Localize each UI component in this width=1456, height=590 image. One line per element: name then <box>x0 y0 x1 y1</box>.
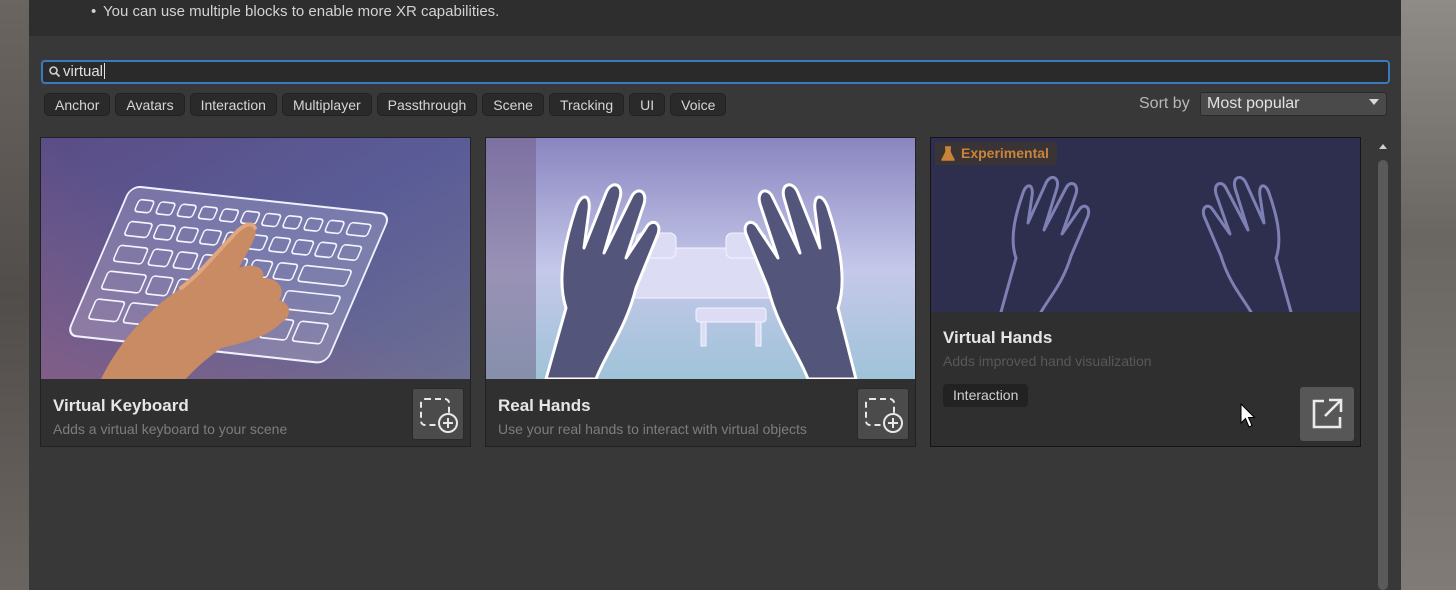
real-hands-thumbnail <box>486 138 915 379</box>
experimental-label: Experimental <box>961 145 1049 161</box>
add-block-button[interactable] <box>412 388 464 440</box>
block-card-virtual-keyboard[interactable]: Virtual Keyboard Adds a virtual keyboard… <box>40 137 471 447</box>
flask-icon <box>941 145 955 161</box>
virtual-keyboard-thumbnail <box>41 138 470 379</box>
card-title: Real Hands <box>498 396 591 415</box>
card-description: Adds a virtual keyboard to your scene <box>53 421 288 437</box>
filter-tag-ui[interactable]: UI <box>629 93 666 116</box>
filter-tag-tracking[interactable]: Tracking <box>548 93 625 116</box>
filter-tag-avatars[interactable]: Avatars <box>115 93 185 116</box>
add-block-icon <box>865 398 903 433</box>
filter-tag-interaction[interactable]: Interaction <box>189 93 277 116</box>
building-blocks-window: • You can use multiple blocks to enable m… <box>29 0 1401 590</box>
scroll-up-icon[interactable] <box>1376 140 1390 154</box>
card-title: Virtual Hands <box>943 328 1053 347</box>
scene-background-right <box>1401 0 1456 590</box>
filter-tag-scene[interactable]: Scene <box>482 93 544 116</box>
open-block-button[interactable] <box>1300 387 1354 441</box>
info-line: • You can use multiple blocks to enable m… <box>91 3 499 20</box>
scene-background-left <box>0 0 29 590</box>
vertical-scrollbar[interactable] <box>1375 140 1391 590</box>
add-block-button[interactable] <box>857 388 909 440</box>
sort-selected: Most popular <box>1207 95 1300 112</box>
external-link-icon <box>1312 398 1343 429</box>
chevron-down-icon <box>1369 99 1379 105</box>
filter-tags: Anchor Avatars Interaction Multiplayer P… <box>44 93 727 116</box>
mouse-cursor-icon <box>1240 403 1256 428</box>
bullet: • <box>91 3 97 20</box>
filter-tag-anchor[interactable]: Anchor <box>44 93 111 116</box>
scrollbar-thumb[interactable] <box>1378 160 1388 590</box>
card-description: Adds improved hand visualization <box>943 353 1152 369</box>
filter-tag-multiplayer[interactable]: Multiplayer <box>281 93 372 116</box>
info-text: You can use multiple blocks to enable mo… <box>103 3 500 20</box>
experimental-badge: Experimental <box>935 142 1057 165</box>
search-icon <box>49 66 61 78</box>
info-panel: • You can use multiple blocks to enable m… <box>29 0 1401 36</box>
search-value: virtual <box>63 63 106 80</box>
block-card-real-hands[interactable]: Real Hands Use your real hands to intera… <box>485 137 916 447</box>
card-tag-interaction[interactable]: Interaction <box>943 384 1029 407</box>
search-input[interactable]: virtual <box>41 60 1390 84</box>
card-description: Use your real hands to interact with vir… <box>498 421 807 437</box>
sort-dropdown[interactable]: Most popular <box>1200 92 1387 116</box>
block-card-virtual-hands[interactable]: Experimental Virtual Hands Adds improved… <box>930 137 1361 447</box>
card-title: Virtual Keyboard <box>53 396 189 415</box>
text-caret <box>104 63 106 79</box>
add-block-icon <box>420 398 458 433</box>
filter-tag-voice[interactable]: Voice <box>670 93 727 116</box>
sort-label: Sort by <box>1139 95 1190 112</box>
filter-tag-passthrough[interactable]: Passthrough <box>376 93 478 116</box>
